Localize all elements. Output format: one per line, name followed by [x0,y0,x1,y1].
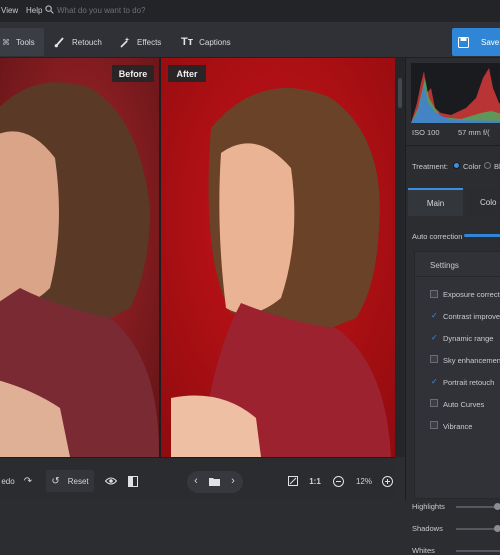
whites-slider[interactable] [456,550,500,552]
save-label: Save [481,37,500,47]
tab-effects[interactable]: Effects [110,28,169,56]
right-panel: ISO 100 57 mm f/( Treatment: Color Bl Ma… [405,58,500,555]
divider [406,145,500,146]
magic-wand-icon [120,36,130,48]
redo-icon: ↷ [23,475,33,487]
zoom-in-button[interactable] [380,470,394,492]
option-label: Exposure correction [443,290,500,299]
eye-icon [105,477,117,485]
option-label: Sky enhancement [443,356,500,365]
focal-readout: 57 mm f/( [458,128,490,137]
option-label: Portrait retouch [443,378,495,387]
captions-label: Captions [199,37,231,47]
settings-group [414,251,500,499]
toolbar: ⌘ Tools Retouch Effects Tт Captions [0,22,500,58]
floppy-icon [458,36,469,48]
check-icon[interactable]: ✓ [431,311,438,320]
zoom-level: 12% [352,470,376,492]
zoom-out-button[interactable] [330,470,346,492]
option-label: Contrast improvement [443,312,500,321]
check-icon[interactable]: ✓ [431,333,438,342]
eye-button[interactable] [102,470,120,492]
retouch-label: Retouch [72,37,102,47]
whites-label: Whites [412,546,435,555]
save-button[interactable]: Save [452,28,500,56]
tools-label: Tools [16,37,35,47]
auto-correction-label: Auto correction [412,232,463,241]
tab-color-label: Colo [480,197,497,207]
tab-main-label: Main [426,198,445,208]
reset-button[interactable]: ↺ Reset [46,470,94,492]
folder-button[interactable] [206,470,222,492]
effects-label: Effects [137,37,162,47]
tools-icon: ⌘ [2,37,10,47]
search-icon [45,5,54,14]
reset-icon: ↺ [51,475,60,487]
tab-main[interactable]: Main [408,188,463,216]
treatment-color-label: Color [463,162,481,171]
option-label: Vibrance [443,422,473,431]
after-image [161,58,395,457]
actual-size-button[interactable]: 1:1 [305,470,325,492]
settings-heading: Settings [430,261,459,270]
ratio-label: 1:1 [309,476,321,486]
treatment-color-radio[interactable] [453,162,460,169]
scrollbar-thumb[interactable] [398,78,402,108]
sky-enhancement-checkbox[interactable] [430,355,438,363]
menu-view[interactable]: View [1,6,18,15]
exposure-correction-checkbox[interactable] [430,290,438,298]
plus-icon [381,475,393,487]
compare-button[interactable] [124,470,142,492]
search-input[interactable]: What do you want to do? [57,6,146,15]
undo-button[interactable]: edo [0,470,16,492]
fit-button[interactable] [285,470,301,492]
shadows-handle[interactable] [494,525,500,532]
treatment-label: Treatment: [412,162,448,171]
option-label: Auto Curves [443,400,485,409]
treatment-bw-radio[interactable] [484,162,491,169]
before-photo [0,58,159,457]
reset-label: Reset [67,476,89,486]
redo-button[interactable]: ↷ [20,470,36,492]
auto-correction-slider[interactable] [464,234,500,237]
option-label: Dynamic range [443,334,494,343]
before-image [0,58,159,457]
chevron-right-icon: › [231,475,235,487]
compare-icon [128,475,138,487]
after-label: After [168,65,206,82]
brush-icon [54,37,64,48]
undo-label: edo [1,476,15,486]
menu-bar: View Help What do you want to do? [0,0,500,22]
check-icon[interactable]: ✓ [431,377,438,386]
auto-curves-checkbox[interactable] [430,399,438,407]
canvas-scrollbar[interactable] [395,58,405,457]
tab-retouch[interactable]: Retouch [46,28,110,56]
histogram-graph [411,68,500,123]
shadows-label: Shadows [412,524,443,533]
text-icon: Tт [181,36,194,48]
settings-divider [416,276,500,277]
prev-button[interactable]: ‹ [189,470,203,492]
highlights-handle[interactable] [494,503,500,510]
after-photo [161,58,395,457]
histogram [411,63,500,123]
tab-captions[interactable]: Tт Captions [173,28,239,56]
minus-icon [332,475,344,487]
iso-readout: ISO 100 [412,128,440,137]
menu-help[interactable]: Help [26,6,42,15]
preview-canvas[interactable]: Before After [0,58,395,457]
tab-color[interactable]: Colo [466,188,500,216]
vibrance-checkbox[interactable] [430,421,438,429]
fit-screen-icon [288,476,298,486]
folder-icon [208,477,220,486]
zoom-label: 12% [355,476,372,486]
tab-tools[interactable]: ⌘ Tools [0,28,44,56]
highlights-label: Highlights [412,502,445,511]
before-label: Before [112,65,154,82]
next-button[interactable]: › [226,470,240,492]
chevron-left-icon: ‹ [194,475,198,487]
treatment-bw-label: Bl [494,162,500,171]
